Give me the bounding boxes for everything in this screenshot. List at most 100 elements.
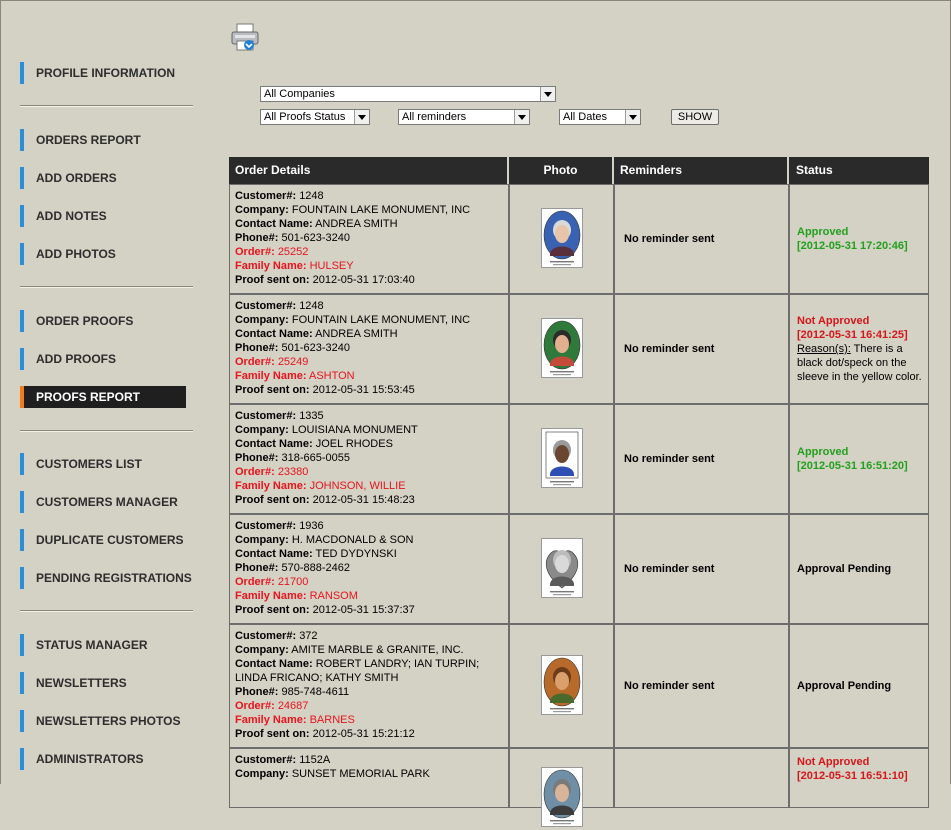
reminder-cell: No reminder sent	[614, 294, 789, 404]
order-details-cell: Customer#: 1152A Company: SUNSET MEMORIAL…	[229, 748, 509, 808]
sidebar-item-orders-report[interactable]: ORDERS REPORT	[20, 129, 186, 151]
detail-order: Order#: 25252	[235, 245, 503, 259]
customer-number-label: Customer#:	[235, 190, 297, 202]
proof-sent-label: Proof sent on:	[235, 274, 310, 286]
proof-photo-thumbnail[interactable]	[540, 767, 583, 830]
detail-contact: Contact Name: ROBERT LANDRY; IAN TURPIN;…	[235, 657, 503, 685]
detail-customer: Customer#: 1248	[235, 189, 503, 203]
proof-sent-value: 2012-05-31 15:37:37	[312, 604, 415, 616]
sidebar-item-proofs-report[interactable]: PROOFS REPORT	[20, 386, 186, 408]
column-header-status: Status	[789, 157, 929, 184]
company-value: SUNSET MEMORIAL PARK	[291, 768, 430, 780]
order-number-label: Order#:	[235, 700, 275, 712]
reminder-status: No reminder sent	[624, 453, 715, 465]
detail-company: Company: H. MACDONALD & SON	[235, 533, 503, 547]
status-cell: Not Approved [2012-05-31 16:41:25] Reason(…	[789, 294, 929, 404]
order-number-value: 25252	[277, 246, 309, 258]
status-date: [2012-05-31 16:51:10]	[797, 770, 908, 782]
proof-sent-value: 2012-05-31 15:48:23	[312, 494, 415, 506]
contact-name-value: JOEL RHODES	[315, 438, 393, 450]
sidebar-item-add-notes[interactable]: ADD NOTES	[20, 205, 186, 227]
reminder-cell	[614, 748, 789, 808]
chevron-down-icon[interactable]	[540, 87, 555, 101]
show-button[interactable]: SHOW	[671, 109, 719, 125]
proof-photo-thumbnail[interactable]	[540, 207, 583, 271]
detail-family: Family Name: JOHNSON, WILLIE	[235, 479, 503, 493]
contact-name-value: ANDREA SMITH	[315, 328, 398, 340]
chevron-down-icon[interactable]	[625, 110, 640, 124]
detail-order: Order#: 21700	[235, 575, 503, 589]
phone-number-label: Phone#:	[235, 342, 279, 354]
customer-number-value: 372	[299, 630, 318, 642]
sidebar-item-order-proofs[interactable]: ORDER PROOFS	[20, 310, 186, 332]
detail-contact: Contact Name: ANDREA SMITH	[235, 217, 503, 231]
column-header-photo: Photo	[509, 157, 614, 184]
status-badge: Not Approved	[797, 756, 870, 768]
reminder-status: No reminder sent	[624, 680, 715, 692]
dates-select[interactable]: All Dates	[559, 109, 641, 125]
company-label: Company:	[235, 644, 289, 656]
chevron-down-icon[interactable]	[354, 110, 369, 124]
sidebar-item-add-orders[interactable]: ADD ORDERS	[20, 167, 186, 189]
sidebar-item-status-manager[interactable]: STATUS MANAGER	[20, 634, 186, 656]
sidebar-item-administrators[interactable]: ADMINISTRATORS	[20, 748, 186, 770]
contact-name-value: TED DYDYNSKI	[315, 548, 397, 560]
detail-customer: Customer#: 1335	[235, 409, 503, 423]
customer-number-label: Customer#:	[235, 630, 297, 642]
sidebar-item-customers-list[interactable]: CUSTOMERS LIST	[20, 453, 186, 475]
sidebar-item-add-proofs[interactable]: ADD PROOFS	[20, 348, 186, 370]
detail-company: Company: FOUNTAIN LAKE MONUMENT, INC	[235, 203, 503, 217]
proof-photo-thumbnail[interactable]	[540, 427, 583, 491]
detail-company: Company: SUNSET MEMORIAL PARK	[235, 767, 503, 781]
proofs-status-select[interactable]: All Proofs Status	[260, 109, 370, 125]
proof-photo-thumbnail[interactable]	[540, 537, 583, 601]
detail-proof_sent: Proof sent on: 2012-05-31 15:21:12	[235, 727, 503, 741]
sidebar-item-add-photos[interactable]: ADD PHOTOS	[20, 243, 186, 265]
order-details-cell: Customer#: 1936 Company: H. MACDONALD & S…	[229, 514, 509, 624]
contact-name-label: Contact Name:	[235, 438, 313, 450]
reminder-cell: No reminder sent	[614, 514, 789, 624]
customer-number-value: 1152A	[299, 754, 331, 766]
detail-contact: Contact Name: JOEL RHODES	[235, 437, 503, 451]
sidebar-divider	[20, 286, 193, 288]
reminder-cell: No reminder sent	[614, 624, 789, 748]
detail-contact: Contact Name: ANDREA SMITH	[235, 327, 503, 341]
sidebar-item-pending-registrations[interactable]: PENDING REGISTRATIONS	[20, 567, 192, 589]
family-name-label: Family Name:	[235, 260, 307, 272]
column-header-order-details: Order Details	[229, 157, 509, 184]
company-select-value: All Companies	[264, 88, 335, 100]
sidebar-divider	[20, 105, 193, 107]
detail-phone: Phone#: 318-665-0055	[235, 451, 503, 465]
column-header-reminders: Reminders	[614, 157, 789, 184]
phone-number-label: Phone#:	[235, 562, 279, 574]
status-badge: Approved	[797, 226, 849, 238]
customer-number-value: 1248	[299, 190, 324, 202]
sidebar-item-newsletters[interactable]: NEWSLETTERS	[20, 672, 186, 694]
detail-family: Family Name: RANSOM	[235, 589, 503, 603]
contact-name-label: Contact Name:	[235, 658, 313, 670]
sidebar-item-duplicate-customers[interactable]: DUPLICATE CUSTOMERS	[20, 529, 186, 551]
family-name-value: ASHTON	[308, 370, 355, 382]
company-select[interactable]: All Companies	[260, 86, 556, 102]
photo-cell	[509, 294, 614, 404]
printer-icon[interactable]	[229, 22, 263, 52]
proof-photo-thumbnail[interactable]	[540, 317, 583, 381]
proof-photo-thumbnail[interactable]	[540, 654, 583, 718]
sidebar-divider	[20, 610, 193, 612]
chevron-down-icon[interactable]	[514, 110, 529, 124]
phone-number-label: Phone#:	[235, 232, 279, 244]
sidebar-item-profile-information[interactable]: PROFILE INFORMATION	[20, 62, 186, 84]
proofs-status-select-value: All Proofs Status	[264, 111, 346, 123]
sidebar-item-newsletters-photos[interactable]: NEWSLETTERS PHOTOS	[20, 710, 186, 732]
company-label: Company:	[235, 314, 289, 326]
detail-customer: Customer#: 1248	[235, 299, 503, 313]
dates-select-value: All Dates	[563, 111, 608, 123]
detail-family: Family Name: BARNES	[235, 713, 503, 727]
contact-name-label: Contact Name:	[235, 548, 313, 560]
reminders-select[interactable]: All reminders	[398, 109, 530, 125]
sidebar-item-customers-manager[interactable]: CUSTOMERS MANAGER	[20, 491, 186, 513]
order-number-value: 24687	[277, 700, 309, 712]
detail-order: Order#: 24687	[235, 699, 503, 713]
photo-cell	[509, 184, 614, 294]
status-badge: Approval Pending	[797, 680, 892, 692]
